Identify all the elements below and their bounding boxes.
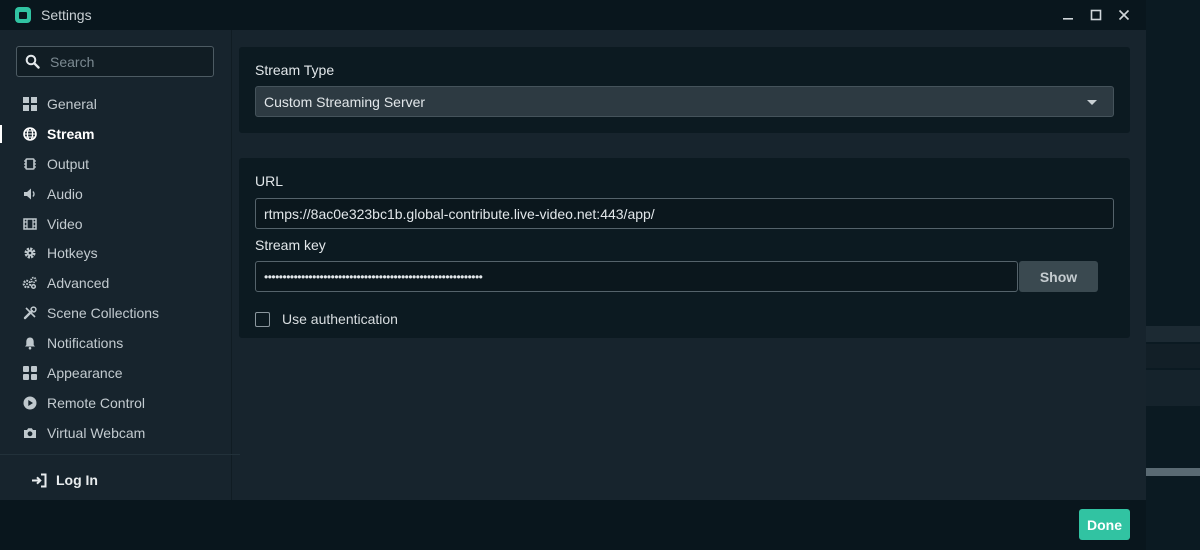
sidebar-item-audio[interactable]: Audio xyxy=(0,179,232,209)
background-scrollbar xyxy=(1146,468,1200,476)
background-strip xyxy=(1146,326,1200,342)
chip-icon xyxy=(22,156,37,171)
stream-type-label: Stream Type xyxy=(255,62,335,78)
maximize-icon[interactable] xyxy=(1082,0,1110,30)
sidebar-item-label: Video xyxy=(47,215,83,232)
search-icon xyxy=(25,54,40,69)
sidebar-item-output[interactable]: Output xyxy=(0,149,232,179)
grid-icon xyxy=(22,96,37,111)
sidebar-item-label: Virtual Webcam xyxy=(47,424,146,441)
done-button[interactable]: Done xyxy=(1079,509,1130,540)
sidebar-item-label: Appearance xyxy=(47,364,123,381)
sidebar-item-label: Stream xyxy=(47,125,95,142)
grid-icon xyxy=(22,365,37,380)
sidebar-item-hotkeys[interactable]: Hotkeys xyxy=(0,238,232,268)
dialog-footer xyxy=(0,500,1146,550)
url-label: URL xyxy=(255,173,284,189)
sidebar-item-general[interactable]: General xyxy=(0,89,232,119)
settings-sidebar: General Stream Output Audio Video xyxy=(0,30,240,500)
window-controls xyxy=(1054,0,1146,30)
use-authentication-checkbox[interactable] xyxy=(255,311,270,327)
stream-key-label: Stream key xyxy=(255,237,326,253)
sidebar-item-stream[interactable]: Stream xyxy=(0,119,232,149)
sidebar-item-advanced[interactable]: Advanced xyxy=(0,268,232,298)
settings-nav: General Stream Output Audio Video Hotkey… xyxy=(0,89,232,448)
url-input[interactable] xyxy=(255,198,1114,229)
background-strip xyxy=(1146,370,1200,406)
window-title: Settings xyxy=(41,7,92,23)
sidebar-divider xyxy=(0,454,240,455)
sidebar-item-label: Remote Control xyxy=(47,394,146,411)
tools-icon xyxy=(22,306,37,321)
login-icon xyxy=(31,473,47,488)
search-input[interactable] xyxy=(50,53,200,70)
sidebar-item-label: Advanced xyxy=(47,275,110,292)
sidebar-item-scene-collections[interactable]: Scene Collections xyxy=(0,298,232,328)
sidebar-item-label: General xyxy=(47,95,97,112)
stream-type-value: Custom Streaming Server xyxy=(264,93,426,110)
sidebar-item-remote-control[interactable]: Remote Control xyxy=(0,388,232,418)
gears-icon xyxy=(22,276,37,291)
streamlabs-logo-icon xyxy=(15,7,31,23)
sidebar-item-label: Notifications xyxy=(47,335,124,352)
chevron-down-icon xyxy=(1087,100,1097,105)
sidebar-item-virtual-webcam[interactable]: Virtual Webcam xyxy=(0,418,232,448)
gear-icon xyxy=(22,246,37,261)
use-authentication-row[interactable]: Use authentication xyxy=(255,311,398,327)
close-icon[interactable] xyxy=(1110,0,1138,30)
minimize-icon[interactable] xyxy=(1054,0,1082,30)
sidebar-item-video[interactable]: Video xyxy=(0,209,232,239)
show-key-button[interactable]: Show xyxy=(1019,261,1098,292)
sidebar-item-label: Output xyxy=(47,155,90,172)
login-label: Log In xyxy=(56,472,98,488)
search-box[interactable] xyxy=(16,46,214,77)
globe-icon xyxy=(22,126,37,141)
stream-type-panel: Stream Type Custom Streaming Server xyxy=(239,47,1130,133)
bell-icon xyxy=(22,336,37,351)
speaker-icon xyxy=(22,186,37,201)
sidebar-item-label: Audio xyxy=(47,185,83,202)
login-button[interactable]: Log In xyxy=(22,472,98,488)
stream-type-select[interactable]: Custom Streaming Server xyxy=(255,86,1114,117)
sidebar-item-label: Scene Collections xyxy=(47,305,160,322)
background-strip xyxy=(1146,344,1200,368)
stream-key-input[interactable] xyxy=(255,261,1018,292)
play-circle-icon xyxy=(22,395,37,410)
background-app-area xyxy=(1146,0,1200,550)
film-icon xyxy=(22,216,37,231)
sidebar-item-notifications[interactable]: Notifications xyxy=(0,328,232,358)
camera-icon xyxy=(22,425,37,440)
server-settings-panel: URL Stream key Show Use authentication xyxy=(239,158,1130,338)
sidebar-item-appearance[interactable]: Appearance xyxy=(0,358,232,388)
title-bar: Settings xyxy=(0,0,1146,30)
use-authentication-label: Use authentication xyxy=(282,311,398,327)
sidebar-item-label: Hotkeys xyxy=(47,245,98,262)
